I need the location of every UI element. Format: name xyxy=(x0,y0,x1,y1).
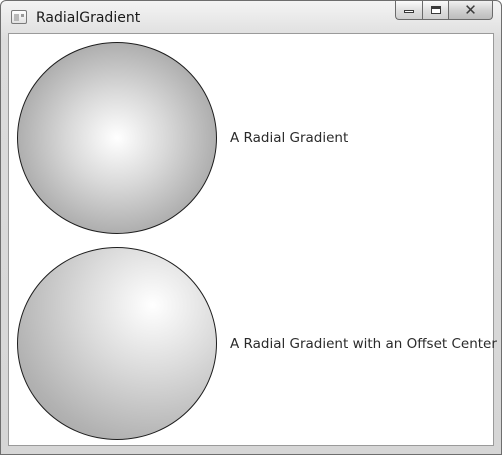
caption-buttons: ✕ xyxy=(395,1,493,21)
close-icon: ✕ xyxy=(464,0,477,19)
offset-radial-gradient-label: A Radial Gradient with an Offset Center xyxy=(230,336,497,352)
window-app-icon[interactable] xyxy=(11,10,27,24)
window-title: RadialGradient xyxy=(36,10,141,26)
radial-gradient-ellipse xyxy=(17,42,217,234)
maximize-button[interactable] xyxy=(422,1,448,20)
client-area: A Radial Gradient A Radial Gradient with… xyxy=(8,33,497,446)
title-bar[interactable]: RadialGradient ✕ xyxy=(1,1,501,33)
app-icon-pane xyxy=(14,14,19,21)
app-icon-pane-small xyxy=(21,14,24,17)
minimize-button[interactable] xyxy=(395,1,422,20)
offset-radial-gradient-ellipse xyxy=(17,247,217,440)
radial-gradient-label: A Radial Gradient xyxy=(230,130,349,146)
maximize-icon xyxy=(431,6,441,14)
app-window: RadialGradient ✕ A Radial Gradient A Rad… xyxy=(0,0,502,455)
close-button[interactable]: ✕ xyxy=(448,1,493,20)
minimize-icon xyxy=(404,10,414,13)
